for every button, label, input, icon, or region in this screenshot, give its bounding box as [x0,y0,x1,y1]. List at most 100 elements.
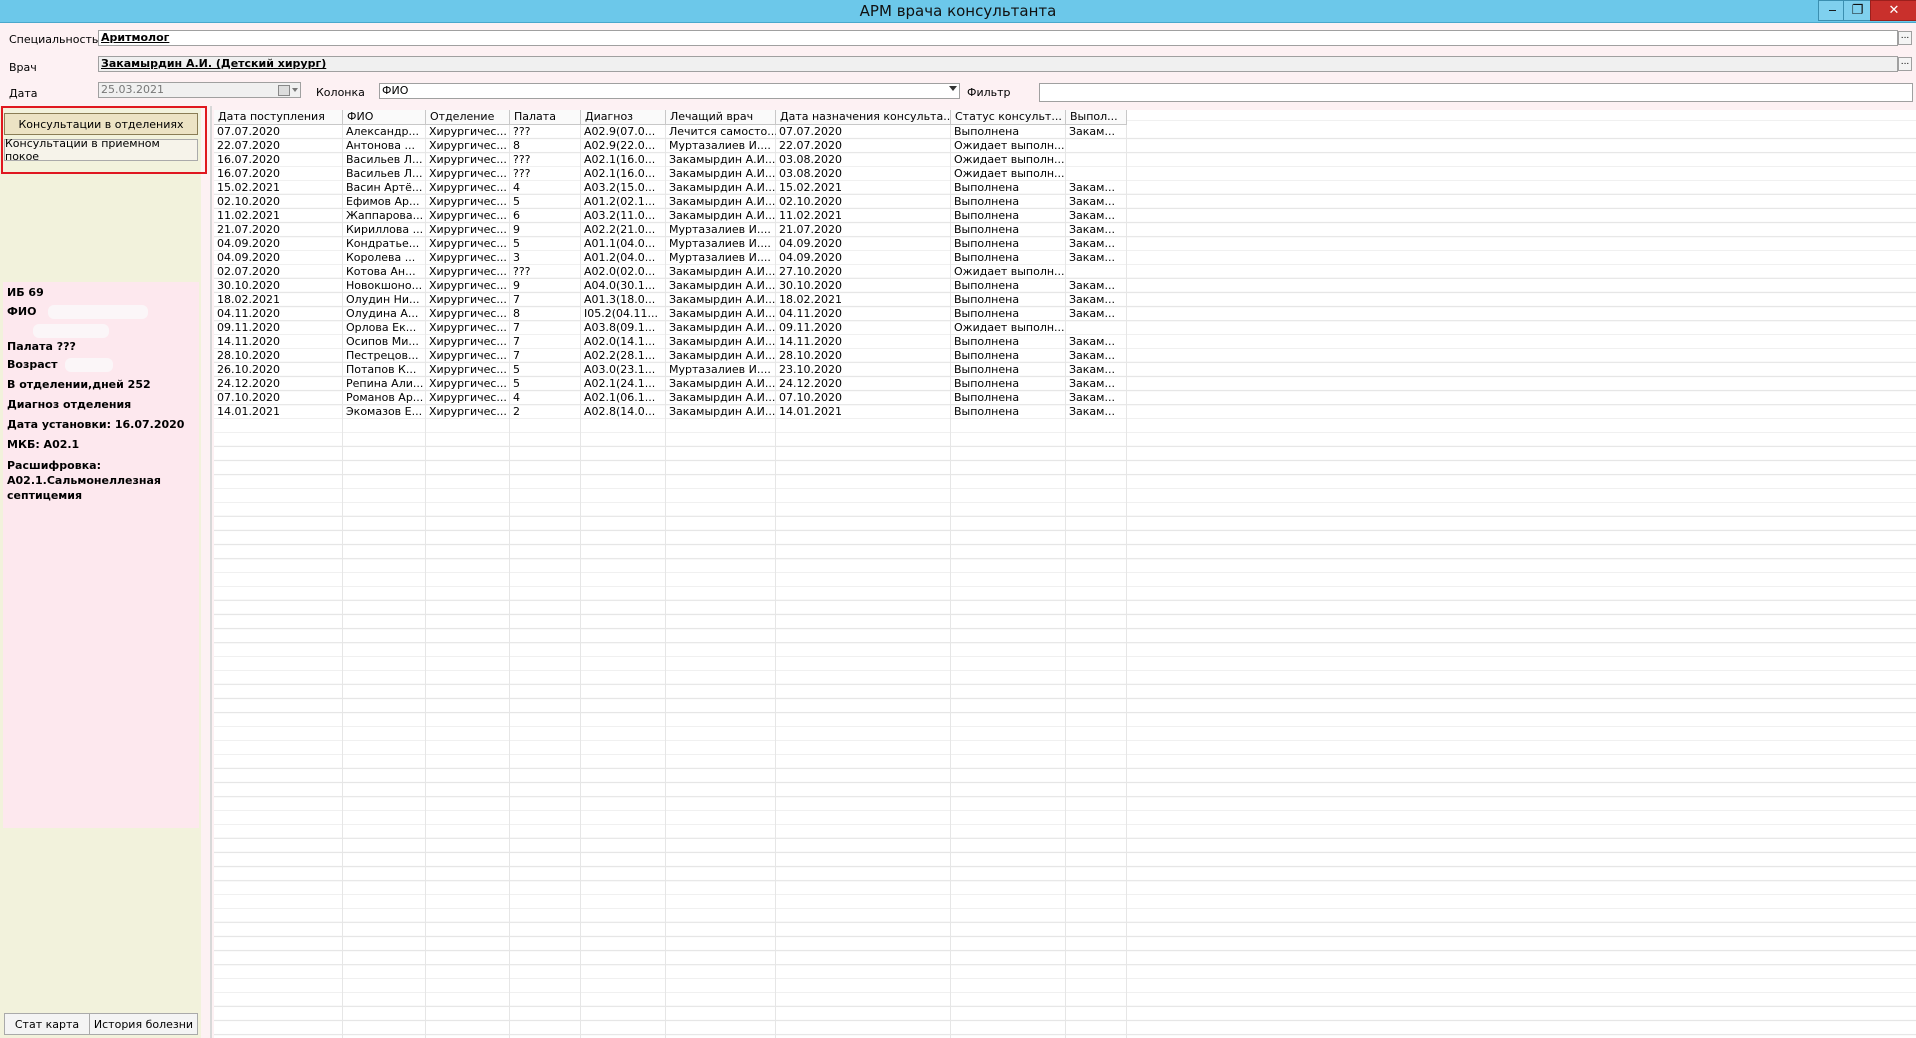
table-cell: 11.02.2021 [217,209,280,222]
table-cell: 21.07.2020 [779,223,842,236]
date-picker[interactable]: 25.03.2021 [98,82,301,98]
specialty-browse-button[interactable]: ... [1898,31,1912,45]
column-header[interactable]: Дата назначения консульта... [776,110,951,125]
table-cell: 22.07.2020 [217,139,280,152]
table-cell: 7 [513,335,520,348]
table-cell: A02.1(16.0... [584,167,656,180]
table-row[interactable]: 16.07.2020 Васильев Л... Хирургичес...??? A… [214,153,1127,167]
table-cell: 5 [513,377,520,390]
close-button[interactable]: ✕ [1870,0,1916,21]
panel-splitter[interactable] [210,106,212,1038]
chevron-down-icon[interactable] [292,88,298,92]
table-cell: 28.10.2020 [217,349,280,362]
table-cell: I05.2(04.11... [584,307,659,320]
table-cell: Ожидает выполн... [954,153,1065,166]
table-row[interactable]: 02.07.2020 Котова Ан... Хирургичес...??? A0… [214,265,1127,279]
table-cell: 04.09.2020 [779,251,842,264]
doctor-field[interactable]: Закамырдин А.И. (Детский хирург) [98,56,1898,72]
column-header[interactable]: Диагноз [581,110,666,125]
table-row[interactable]: 04.09.2020 Королева ... Хирургичес... 3 A01.… [214,251,1127,265]
table-row[interactable]: 30.10.2020 Новокшоно... Хирургичес... 9 A04.… [214,279,1127,293]
column-header[interactable]: Лечащий врач [666,110,776,125]
patient-age: Возраст [7,358,114,372]
table-row[interactable]: 28.10.2020 Пестрецов... Хирургичес... 7 A02.… [214,349,1127,363]
table-cell: 24.12.2020 [217,377,280,390]
table-cell: Муртазалиев И.... [669,223,771,236]
column-header[interactable]: Палата [510,110,581,125]
table-row[interactable]: 15.02.2021 Васин Артё... Хирургичес... 4 A03… [214,181,1127,195]
patient-age-label: Возраст [7,358,58,371]
table-cell: Выполнена [954,307,1020,320]
table-cell: A02.2(21.0... [584,223,656,236]
table-cell: Закам... [1069,209,1115,222]
table-cell: A02.2(28.1... [584,349,656,362]
table-row[interactable]: 04.09.2020 Кондратье... Хирургичес... 5 A01.… [214,237,1127,251]
chevron-down-icon[interactable] [949,86,957,91]
table-row[interactable]: 11.02.2021 Жаппарова... Хирургичес... 6 A03.… [214,209,1127,223]
table-cell: Хирургичес... [429,209,507,222]
table-cell: Закамырдин А.И... [669,279,776,292]
table-cell: 16.07.2020 [217,153,280,166]
table-cell: 04.11.2020 [217,307,280,320]
table-row[interactable]: 14.01.2021 Экомазов Е... Хирургичес... 2 A02… [214,405,1127,419]
table-cell [1066,139,1127,153]
table-row[interactable]: 09.11.2020 Орлова Ек... Хирургичес... 7 A03.… [214,321,1127,335]
table-cell: Олудина А... [346,307,419,320]
column-header[interactable]: ФИО [343,110,426,125]
table-row[interactable]: 14.11.2020 Осипов Ми... Хирургичес... 7 A02.… [214,335,1127,349]
column-header[interactable]: Отделение [426,110,510,125]
column-select[interactable]: ФИО [379,83,960,99]
table-cell: 5 [513,237,520,250]
column-header[interactable]: Выпол... [1066,110,1127,125]
table-row[interactable]: 18.02.2021 Олудин Ни... Хирургичес... 7 A01.… [214,293,1127,307]
table-cell: Закамырдин А.И... [669,181,776,194]
stat-card-button[interactable]: Стат карта [4,1013,90,1035]
table-row[interactable]: 24.12.2020 Репина Али... Хирургичес... 5 A02… [214,377,1127,391]
calendar-icon[interactable] [278,85,290,96]
table-row[interactable]: 22.07.2020 Антонова ... Хирургичес... 8 A02.… [214,139,1127,153]
table-cell: Муртазалиев И.... [669,237,771,250]
table-cell: Закамырдин А.И... [669,293,776,306]
table-cell: Выполнена [954,279,1020,292]
table-row[interactable]: 21.07.2020 Кириллова ... Хирургичес... 9 A02… [214,223,1127,237]
table-row[interactable]: 04.11.2020 Олудина А... Хирургичес... 8 I05.… [214,307,1127,321]
table-cell: Закам... [1069,363,1115,376]
table-cell: Закамырдин А.И... [669,377,776,390]
table-cell: 14.11.2020 [217,335,280,348]
table-cell: Закам... [1069,125,1115,138]
table-row[interactable]: 07.07.2020 Александр... Хирургичес...??? A0… [214,125,1127,139]
table-cell: 7 [513,293,520,306]
table-row[interactable]: 16.07.2020 Васильев Л... Хирургичес...??? A… [214,167,1127,181]
table-cell: A02.0(14.1... [584,335,656,348]
table-cell: Хирургичес... [429,195,507,208]
table-cell: 09.11.2020 [779,321,842,334]
table-cell: Кондратье... [346,237,420,250]
table-cell: Закамырдин А.И... [669,391,776,404]
table-cell: A02.9(22.0... [584,139,656,152]
table-cell: Закам... [1069,237,1115,250]
table-cell: 30.10.2020 [779,279,842,292]
column-header[interactable]: Дата поступления [214,110,343,125]
table-cell [1066,321,1127,335]
table-row[interactable]: 02.10.2020 Ефимов Ар... Хирургичес... 5 A01.… [214,195,1127,209]
table-cell: 15.02.2021 [217,181,280,194]
patient-mkb: МКБ: A02.1 [7,438,80,451]
table-cell: A02.1(06.1... [584,391,656,404]
patient-info-panel: ИБ 69 ФИО Палата ??? Возраст В отделении… [3,282,199,828]
table-cell: Выполнена [954,251,1020,264]
table-cell: 07.07.2020 [779,125,842,138]
case-history-button[interactable]: История болезни [89,1013,198,1035]
restore-button[interactable]: ❐ [1843,0,1872,21]
specialty-field[interactable]: Аритмолог [98,30,1898,46]
table-cell: 2 [513,405,520,418]
doctor-browse-button[interactable]: ... [1898,57,1912,71]
table-cell: 7 [513,321,520,334]
table-row[interactable]: 26.10.2020 Потапов К... Хирургичес... 5 A03.… [214,363,1127,377]
filter-input[interactable] [1039,83,1913,102]
table-cell: Хирургичес... [429,363,507,376]
table-row[interactable]: 07.10.2020 Романов Ар... Хирургичес... 4 A02… [214,391,1127,405]
redacted-name-2 [33,324,109,338]
column-header[interactable]: Статус консульт... [951,110,1066,125]
table-cell: 26.10.2020 [217,363,280,376]
highlight-frame [1,106,207,174]
